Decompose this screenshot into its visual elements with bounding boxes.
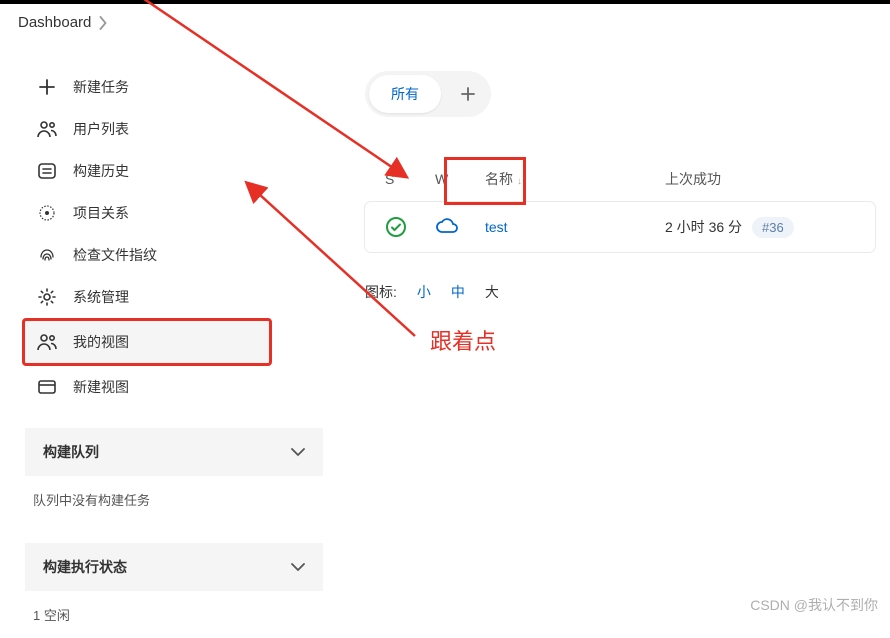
sidebar-item-new-job[interactable]: 新建任务 (25, 66, 335, 108)
build-queue-header[interactable]: 构建队列 (25, 428, 323, 476)
sidebar-item-fingerprint[interactable]: 检查文件指纹 (25, 234, 335, 276)
tab-all[interactable]: 所有 (369, 75, 441, 113)
sidebar-item-label: 新建视图 (73, 377, 129, 397)
sidebar-item-new-view[interactable]: 新建视图 (25, 366, 335, 408)
chevron-down-icon (291, 563, 305, 572)
header-last-success[interactable]: 上次成功 (665, 169, 855, 189)
people-icon (37, 332, 57, 352)
sidebar-item-label: 用户列表 (73, 119, 129, 139)
status-icon (385, 216, 435, 238)
build-executor-body: 1 空闲 (25, 591, 335, 638)
breadcrumb-root[interactable]: Dashboard (18, 14, 91, 31)
build-executor-title: 构建执行状态 (43, 557, 127, 577)
sidebar-item-users[interactable]: 用户列表 (25, 108, 335, 150)
table-row[interactable]: test 2 小时 36 分 #36 (365, 202, 875, 252)
sidebar-item-project-rel[interactable]: 项目关系 (25, 192, 335, 234)
build-executor-header[interactable]: 构建执行状态 (25, 543, 323, 591)
annotation-text: 跟着点 (430, 324, 496, 356)
icon-size-large[interactable]: 大 (485, 282, 499, 302)
watermark: CSDN @我认不到你 (750, 595, 878, 615)
breadcrumb[interactable]: Dashboard (0, 4, 890, 41)
sort-down-icon: ↓ (517, 176, 522, 187)
build-number-badge[interactable]: #36 (752, 217, 794, 238)
chevron-right-icon (99, 16, 108, 30)
sidebar-item-label: 我的视图 (73, 332, 129, 352)
job-name-link[interactable]: test (485, 219, 508, 235)
sidebar-item-system[interactable]: 系统管理 (25, 276, 335, 318)
header-status[interactable]: S (385, 171, 435, 187)
main-content: 所有 S W 名称↓ 上次成功 test 2 小时 36 分 (335, 41, 890, 638)
sidebar-item-label: 构建历史 (73, 161, 129, 181)
target-icon (37, 203, 57, 223)
sidebar: 新建任务 用户列表 构建历史 项目关系 检查文件指纹 (0, 41, 335, 638)
icon-size-selector: 图标: 小 中 大 (365, 282, 875, 302)
weather-icon (435, 218, 485, 236)
people-icon (37, 119, 57, 139)
sidebar-item-label: 检查文件指纹 (73, 245, 157, 265)
icon-size-label: 图标: (365, 282, 397, 302)
build-queue-body: 队列中没有构建任务 (25, 476, 335, 523)
folder-plus-icon (37, 377, 57, 397)
table-header: S W 名称↓ 上次成功 (365, 157, 875, 202)
tab-add-button[interactable] (449, 75, 487, 113)
sidebar-item-label: 项目关系 (73, 203, 129, 223)
fingerprint-icon (37, 245, 57, 265)
header-weather[interactable]: W (435, 171, 485, 187)
sidebar-item-label: 新建任务 (73, 77, 129, 97)
last-success-time: 2 小时 36 分 (665, 217, 742, 237)
chevron-down-icon (291, 448, 305, 457)
view-tabs: 所有 (365, 71, 491, 117)
header-name[interactable]: 名称↓ (485, 169, 665, 189)
plus-icon (37, 77, 57, 97)
sidebar-item-my-views[interactable]: 我的视图 (22, 318, 272, 366)
build-queue-title: 构建队列 (43, 442, 99, 462)
history-icon (37, 161, 57, 181)
sidebar-item-label: 系统管理 (73, 287, 129, 307)
gear-icon (37, 287, 57, 307)
icon-size-medium[interactable]: 中 (451, 282, 465, 302)
sidebar-item-build-history[interactable]: 构建历史 (25, 150, 335, 192)
icon-size-small[interactable]: 小 (417, 282, 431, 302)
